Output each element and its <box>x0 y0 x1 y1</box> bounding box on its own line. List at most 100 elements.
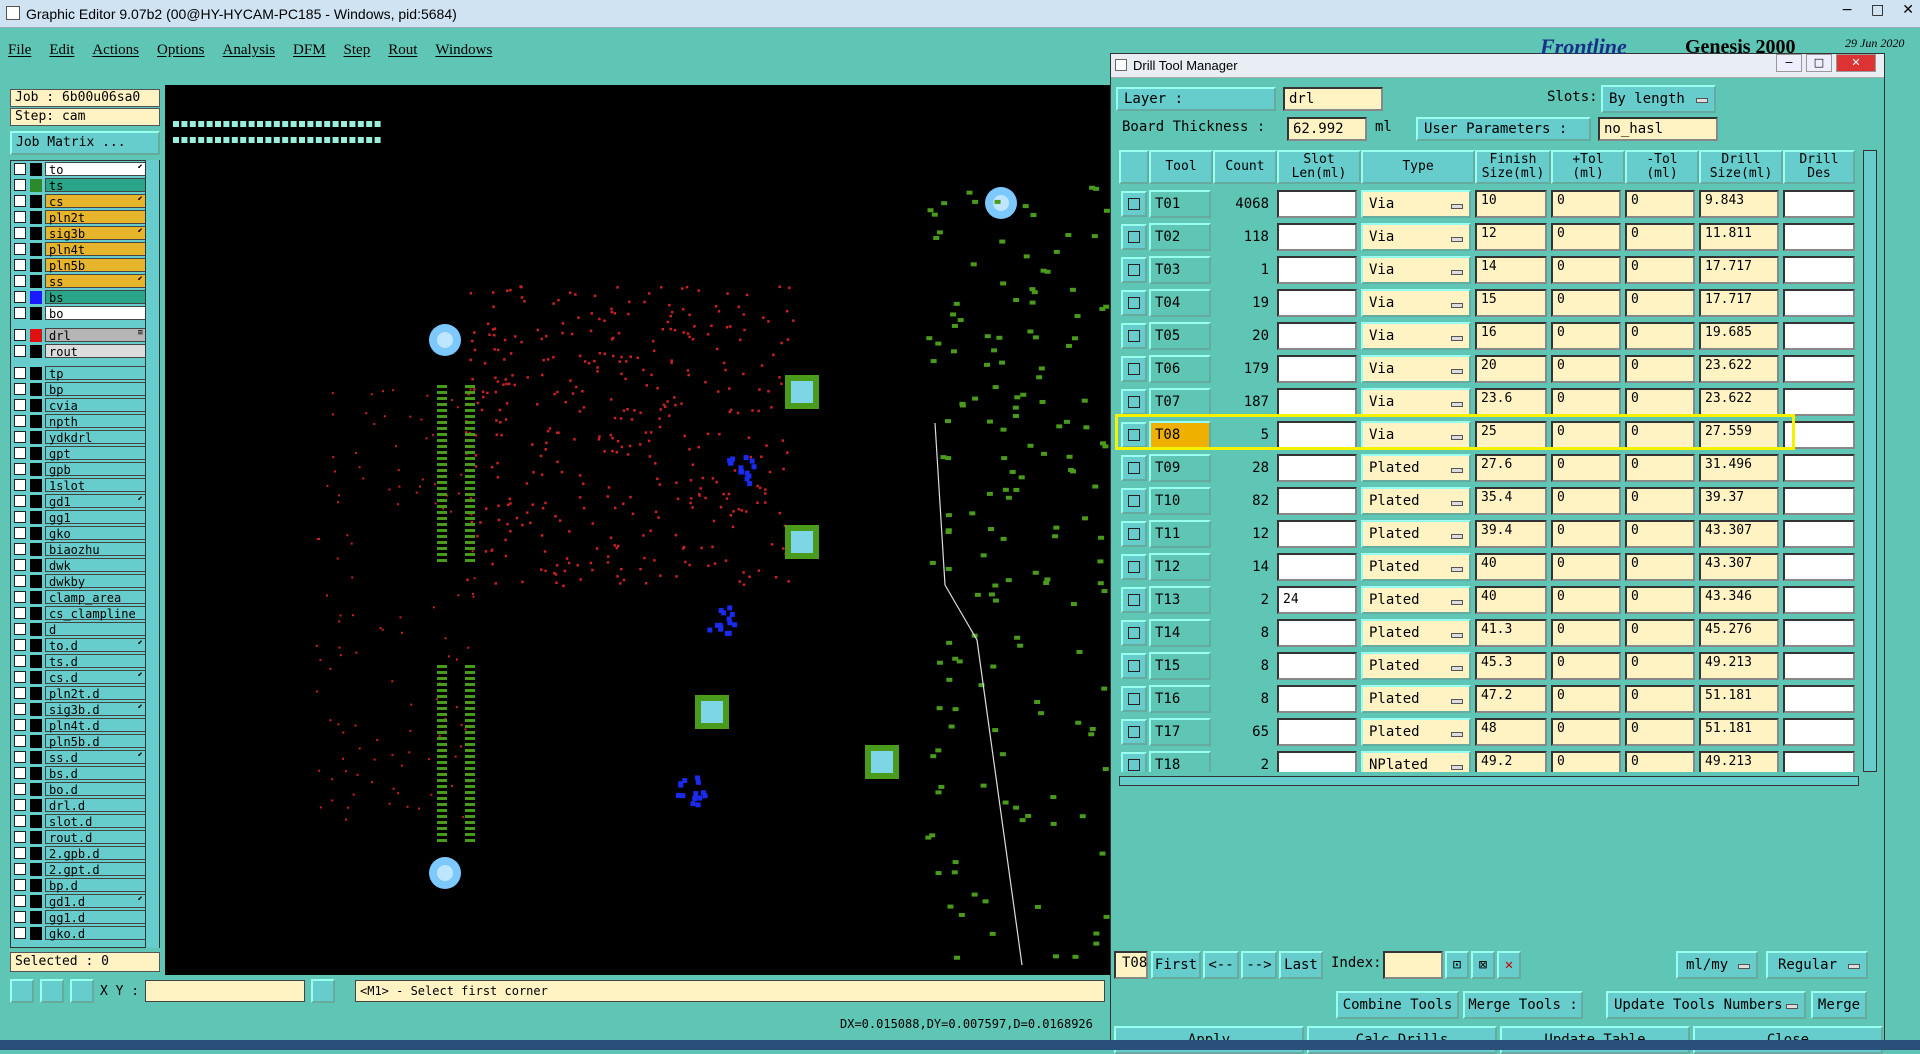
layer-item[interactable]: cs.d ⬋ <box>14 669 159 685</box>
plus-tol-field[interactable]: 0 <box>1551 222 1621 251</box>
table-row[interactable]: T08 5 Via 25 0 0 27.559 <box>1119 418 1859 451</box>
layer-name[interactable]: 2.gpb.d <box>45 846 147 861</box>
minus-tol-field[interactable]: 0 <box>1625 486 1695 515</box>
layer-item[interactable]: sig3b.d ⬋ <box>14 701 159 717</box>
slot-len-field[interactable] <box>1277 387 1357 416</box>
layer-item[interactable]: ss ⬋ <box>14 273 159 289</box>
layer-name[interactable]: d <box>45 622 147 637</box>
row-select-checkbox[interactable] <box>1121 586 1147 613</box>
finish-size-field[interactable]: 14 <box>1475 255 1547 284</box>
drill-size-field[interactable]: 23.622 <box>1699 354 1779 383</box>
layer-item[interactable]: d <box>14 621 159 637</box>
tool-id[interactable]: T07 <box>1149 387 1211 416</box>
drill-des-field[interactable] <box>1783 255 1855 284</box>
table-row[interactable]: T05 20 Via 16 0 0 19.685 <box>1119 319 1859 352</box>
layer-item[interactable]: rout <box>14 343 159 359</box>
layer-checkbox[interactable] <box>14 879 26 891</box>
plus-tol-field[interactable]: 0 <box>1551 288 1621 317</box>
layer-checkbox[interactable] <box>14 511 26 523</box>
layer-name[interactable]: ss.d <box>45 750 147 765</box>
slot-len-field[interactable] <box>1277 486 1357 515</box>
layer-item[interactable]: cs ⬋ <box>14 193 159 209</box>
layer-item[interactable]: bp.d <box>14 877 159 893</box>
layer-checkbox[interactable] <box>14 623 26 635</box>
layer-checkbox[interactable] <box>14 291 26 303</box>
user-parameters-label[interactable]: User Parameters : <box>1416 117 1591 141</box>
type-dropdown[interactable]: Via <box>1361 387 1471 416</box>
layer-item[interactable]: pln4t <box>14 241 159 257</box>
layer-checkbox[interactable] <box>14 895 26 907</box>
table-row[interactable]: T03 1 Via 14 0 0 17.717 <box>1119 253 1859 286</box>
layer-name[interactable]: bp.d <box>45 878 147 893</box>
layer-item[interactable]: slot.d <box>14 813 159 829</box>
layer-checkbox[interactable] <box>14 399 26 411</box>
layer-name[interactable]: ss <box>45 274 147 289</box>
drill-size-field[interactable]: 43.346 <box>1699 585 1779 614</box>
layer-name[interactable]: biaozhu <box>45 542 147 557</box>
layer-item[interactable]: 2.gpb.d <box>14 845 159 861</box>
layer-item[interactable]: sig3b ⬋ <box>14 225 159 241</box>
finish-size-field[interactable]: 35.4 <box>1475 486 1547 515</box>
plus-tol-field[interactable]: 0 <box>1551 750 1621 772</box>
pcb-board-view[interactable] <box>165 85 1110 975</box>
tool-id[interactable]: T03 <box>1149 255 1211 284</box>
layer-item[interactable]: to ⬋ <box>14 161 159 177</box>
row-select-checkbox[interactable] <box>1121 190 1147 217</box>
layer-item[interactable]: npth <box>14 413 159 429</box>
drill-size-field[interactable]: 23.622 <box>1699 387 1779 416</box>
layer-name[interactable]: pln2t.d <box>45 686 147 701</box>
layer-checkbox[interactable] <box>14 431 26 443</box>
type-dropdown[interactable]: Via <box>1361 354 1471 383</box>
plus-tol-field[interactable]: 0 <box>1551 189 1621 218</box>
type-dropdown[interactable]: NPlated <box>1361 750 1471 772</box>
layer-item[interactable]: bs <box>14 289 159 305</box>
next-button[interactable]: --> <box>1241 951 1277 979</box>
layer-name[interactable]: slot.d <box>45 814 147 829</box>
layer-item[interactable]: dwk <box>14 557 159 573</box>
layer-name[interactable]: ts <box>45 178 147 193</box>
row-select-checkbox[interactable] <box>1121 223 1147 250</box>
slot-len-field[interactable] <box>1277 618 1357 647</box>
layer-name[interactable]: ts.d <box>45 654 147 669</box>
menu-dfm[interactable]: DFM <box>293 42 326 72</box>
layer-checkbox[interactable] <box>14 227 26 239</box>
type-dropdown[interactable]: Via <box>1361 255 1471 284</box>
layer-checkbox[interactable] <box>14 559 26 571</box>
layer-name[interactable]: drl.d <box>45 798 147 813</box>
last-button[interactable]: Last <box>1279 951 1323 979</box>
slot-len-field[interactable]: 24 <box>1277 585 1357 614</box>
slot-len-field[interactable] <box>1277 354 1357 383</box>
menu-windows[interactable]: Windows <box>435 42 492 72</box>
menu-actions[interactable]: Actions <box>92 42 139 72</box>
row-select-checkbox[interactable] <box>1121 520 1147 547</box>
row-select-checkbox[interactable] <box>1121 256 1147 283</box>
drill-des-field[interactable] <box>1783 321 1855 350</box>
drill-des-field[interactable] <box>1783 222 1855 251</box>
layer-item[interactable]: bp <box>14 381 159 397</box>
layer-name[interactable]: gko <box>45 526 147 541</box>
layer-checkbox[interactable] <box>14 367 26 379</box>
layer-name[interactable]: bs <box>45 290 147 305</box>
layer-checkbox[interactable] <box>14 383 26 395</box>
layer-name[interactable]: gpb <box>45 462 147 477</box>
row-select-checkbox[interactable] <box>1121 289 1147 316</box>
tool-id[interactable]: T09 <box>1149 453 1211 482</box>
layer-checkbox[interactable] <box>14 179 26 191</box>
units-dropdown[interactable]: ml/my <box>1676 951 1758 979</box>
layer-checkbox[interactable] <box>14 345 26 357</box>
update-tools-numbers-dropdown[interactable]: Update Tools Numbers <box>1606 991 1806 1019</box>
drill-des-field[interactable] <box>1783 618 1855 647</box>
layer-checkbox[interactable] <box>14 243 26 255</box>
slot-len-field[interactable] <box>1277 552 1357 581</box>
layer-item[interactable]: clamp_area <box>14 589 159 605</box>
finish-size-field[interactable]: 16 <box>1475 321 1547 350</box>
drill-des-field[interactable] <box>1783 684 1855 713</box>
layer-item[interactable]: ydkdrl <box>14 429 159 445</box>
finish-size-field[interactable]: 49.2 <box>1475 750 1547 772</box>
drill-size-field[interactable]: 17.717 <box>1699 255 1779 284</box>
row-select-checkbox[interactable] <box>1121 685 1147 712</box>
maximize-button[interactable]: □ <box>1871 2 1884 18</box>
plus-tol-field[interactable]: 0 <box>1551 387 1621 416</box>
layer-checkbox[interactable] <box>14 783 26 795</box>
row-select-checkbox[interactable] <box>1121 553 1147 580</box>
